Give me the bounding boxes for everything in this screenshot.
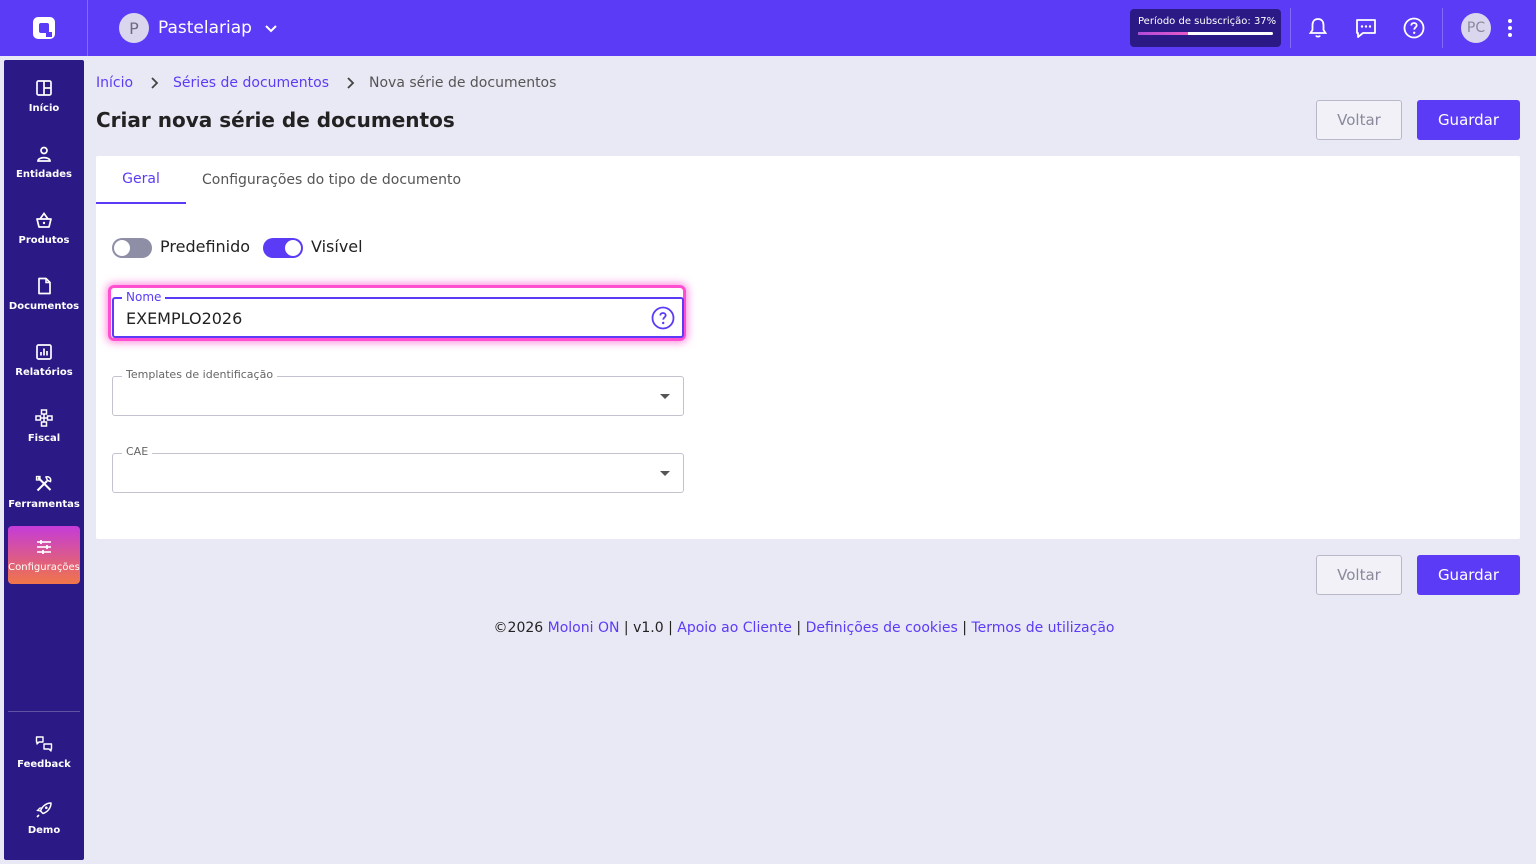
sidebar-item-feedback[interactable]: Feedback — [8, 723, 80, 781]
toggle-knob — [114, 240, 130, 256]
messages-icon[interactable] — [1354, 16, 1378, 40]
sidebar-item-produtos[interactable]: Produtos — [8, 199, 80, 257]
visible-toggle-label: Visível — [311, 237, 363, 256]
sidebar-item-label: Demo — [27, 824, 61, 836]
bell-icon[interactable] — [1306, 16, 1330, 40]
footer-copyright: ©2026 — [493, 620, 544, 636]
chevron-down-icon — [265, 25, 277, 33]
sidebar-item-inicio[interactable]: Início — [8, 67, 80, 125]
sidebar-item-label: Ferramentas — [8, 498, 80, 510]
breadcrumb: Início Séries de documentos Nova série d… — [96, 75, 556, 91]
sidebar-item-label: Entidades — [16, 168, 72, 180]
subscription-label: Período de subscrição: 37% — [1138, 16, 1277, 27]
sidebar-item-label: Início — [28, 102, 60, 114]
footer: ©2026 Moloni ON | v1.0 | Apoio ao Client… — [0, 620, 1536, 636]
footer-support-link[interactable]: Apoio ao Cliente — [677, 620, 792, 636]
sidebar-item-fiscal[interactable]: Fiscal — [8, 397, 80, 455]
sidebar-item-label: Configurações — [8, 561, 80, 573]
help-circle-icon[interactable] — [651, 306, 675, 330]
visible-toggle[interactable] — [263, 238, 303, 258]
sidebar-item-ferramentas[interactable]: Ferramentas — [8, 463, 80, 521]
footer-brand-link[interactable]: Moloni ON — [548, 620, 620, 636]
company-name: Pastelariap — [158, 18, 252, 38]
footer-separator: | — [962, 620, 968, 636]
sidebar-item-label: Fiscal — [27, 432, 61, 444]
sitemap-icon — [35, 408, 53, 427]
toggle-knob — [285, 240, 301, 256]
templates-select[interactable] — [112, 376, 684, 416]
page-title: Criar nova série de documentos — [96, 108, 455, 132]
breadcrumb-current: Nova série de documentos — [369, 75, 557, 91]
sidebar-item-label: Produtos — [18, 234, 70, 246]
footer-terms-link[interactable]: Termos de utilização — [971, 620, 1114, 636]
subscription-status[interactable]: Período de subscrição: 37% — [1130, 9, 1281, 47]
name-field-label: Nome — [122, 290, 166, 304]
tools-icon — [35, 475, 52, 491]
name-field[interactable]: EXEMPLO2026 — [112, 297, 684, 338]
topbar-divider — [1442, 8, 1443, 48]
footer-version: v1.0 — [633, 620, 664, 636]
sidebar-item-configuracoes[interactable]: Configurações — [8, 526, 80, 584]
name-field-value: EXEMPLO2026 — [126, 309, 243, 328]
caret-down-icon[interactable] — [660, 471, 670, 476]
default-toggle[interactable] — [112, 238, 152, 258]
person-icon — [37, 146, 51, 162]
back-button-bottom[interactable]: Voltar — [1316, 555, 1402, 595]
app-logo[interactable] — [0, 0, 88, 56]
more-vertical-icon[interactable] — [1503, 16, 1517, 40]
sidebar-item-label: Feedback — [17, 758, 71, 770]
sidebar-item-label: Documentos — [8, 300, 80, 312]
sidebar-item-demo[interactable]: Demo — [8, 789, 80, 847]
subscription-progress-fill — [1138, 32, 1188, 35]
basket-icon — [36, 211, 52, 228]
rocket-icon — [36, 801, 52, 818]
tab-geral[interactable]: Geral — [96, 156, 186, 204]
tab-configuracoes-tipo-documento[interactable]: Configurações do tipo de documento — [202, 156, 461, 204]
chevron-right-icon — [347, 77, 355, 89]
document-icon — [38, 277, 51, 294]
company-avatar: P — [119, 13, 149, 43]
sidebar-item-label: Relatórios — [15, 366, 73, 378]
footer-cookies-link[interactable]: Definições de cookies — [806, 620, 958, 636]
sidebar-item-documentos[interactable]: Documentos — [8, 265, 80, 323]
sidebar-item-relatorios[interactable]: Relatórios — [8, 331, 80, 389]
sidebar-item-entidades[interactable]: Entidades — [8, 133, 80, 191]
footer-separator: | — [796, 620, 802, 636]
default-toggle-label: Predefinido — [160, 237, 251, 256]
sidebar: Início Entidades Produtos Documentos Rel… — [4, 60, 84, 860]
footer-separator: | — [623, 620, 629, 636]
sliders-icon — [37, 539, 51, 554]
cae-select[interactable] — [112, 453, 684, 493]
cae-select-label: CAE — [122, 445, 153, 458]
chart-icon — [36, 343, 52, 360]
save-button[interactable]: Guardar — [1417, 100, 1520, 140]
home-grid-icon — [36, 79, 52, 96]
chevron-right-icon — [151, 77, 159, 89]
sidebar-divider — [8, 711, 80, 712]
breadcrumb-series[interactable]: Séries de documentos — [173, 75, 329, 91]
topbar-divider — [1290, 8, 1291, 48]
save-button-bottom[interactable]: Guardar — [1417, 555, 1520, 595]
logo-icon — [32, 17, 55, 39]
company-selector[interactable]: P Pastelariap — [119, 13, 278, 43]
caret-down-icon[interactable] — [660, 394, 670, 399]
breadcrumb-home[interactable]: Início — [96, 75, 133, 91]
user-avatar[interactable]: PC — [1461, 13, 1491, 43]
back-button[interactable]: Voltar — [1316, 100, 1402, 140]
subscription-progress-bar — [1138, 32, 1273, 35]
footer-separator: | — [668, 620, 673, 636]
form-card: Geral Configurações do tipo de documento… — [96, 156, 1520, 539]
templates-select-label: Templates de identificação — [122, 368, 278, 381]
feedback-icon — [35, 735, 53, 752]
help-icon[interactable] — [1402, 16, 1426, 40]
